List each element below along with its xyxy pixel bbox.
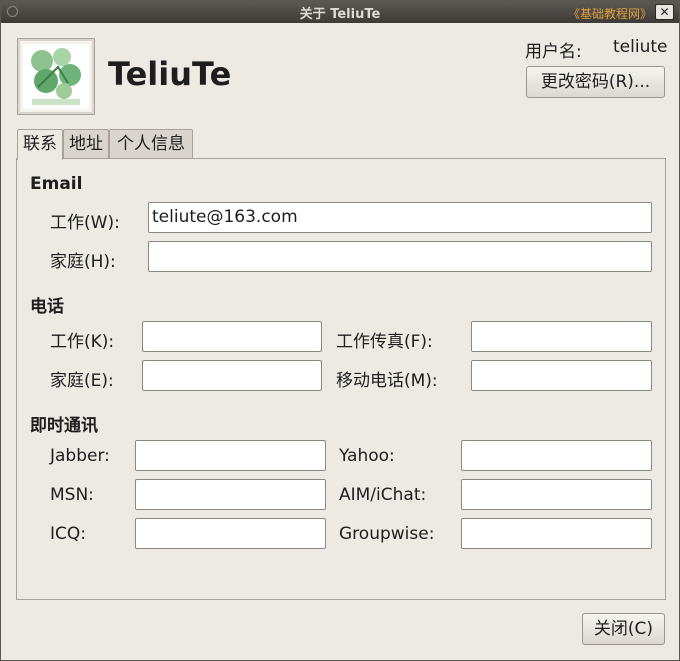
home-email-label: 家庭(H): [50,252,116,272]
aim-label: AIM/iChat: [339,485,427,505]
phone-heading: 电话 [30,297,64,317]
about-me-dialog: 关于 TeliuTe 《基础教程网》 ✕ TeliuTe 用户名: teliut… [0,0,680,661]
work-phone-field[interactable] [142,321,322,352]
work-fax-field[interactable] [471,321,652,352]
change-password-button[interactable]: 更改密码(R)... [526,66,665,98]
username-value: teliute [613,37,668,57]
jabber-label: Jabber: [50,446,110,466]
im-heading: 即时通讯 [30,416,98,436]
yahoo-label: Yahoo: [339,446,395,466]
email-heading: Email [30,174,83,194]
mobile-phone-field[interactable] [471,360,652,391]
home-phone-field[interactable] [142,360,322,391]
mobile-phone-label: 移动电话(M): [336,371,438,391]
groupwise-label: Groupwise: [339,524,435,544]
user-photo-icon [23,44,89,109]
close-button[interactable]: 关闭(C) [582,613,665,645]
window-close-button[interactable]: ✕ [655,4,674,20]
yahoo-field[interactable] [461,440,652,471]
home-email-field[interactable] [148,241,652,272]
tab-address[interactable]: 地址 [63,129,109,159]
username-label: 用户名: [525,42,582,62]
jabber-field[interactable] [135,440,326,471]
tab-contact[interactable]: 联系 [17,129,63,160]
msn-label: MSN: [50,485,94,505]
tab-personal-info[interactable]: 个人信息 [109,129,193,159]
work-email-label: 工作(W): [50,213,120,233]
icq-field[interactable] [135,518,326,549]
aim-field[interactable] [461,479,652,510]
home-phone-label: 家庭(E): [50,371,114,391]
display-name: TeliuTe [108,55,232,93]
site-watermark: 《基础教程网》 [568,7,653,21]
icq-label: ICQ: [50,524,86,544]
work-fax-label: 工作传真(F): [336,332,433,352]
work-phone-label: 工作(K): [50,332,115,352]
msn-field[interactable] [135,479,326,510]
title-bar[interactable]: 关于 TeliuTe 《基础教程网》 ✕ [1,1,679,23]
user-photo[interactable] [17,38,95,115]
groupwise-field[interactable] [461,518,652,549]
work-email-field[interactable]: teliute@163.com [148,202,652,233]
